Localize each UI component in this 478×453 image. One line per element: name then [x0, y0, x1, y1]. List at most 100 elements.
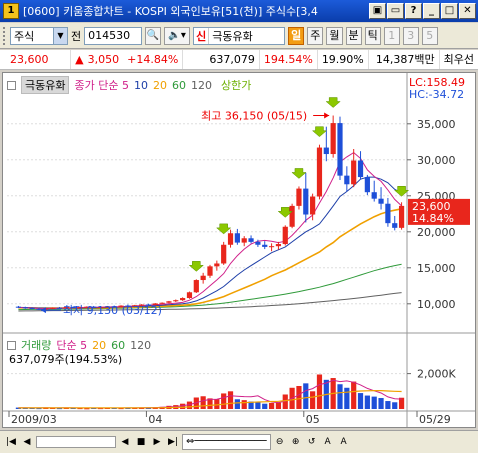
candle-body: [180, 298, 186, 301]
title-bar: 1 [0600] 키움종합차트 - KOSPI 외국인보유[51(천)] 주식수…: [0, 0, 478, 22]
chart-scrollbar[interactable]: [36, 436, 116, 448]
price-tick-label: 30,000: [417, 154, 456, 167]
candle-body: [337, 123, 343, 176]
font-decrease-icon[interactable]: A: [321, 435, 335, 449]
speaker-icon[interactable]: 🔈▾: [164, 26, 191, 45]
prev-icon[interactable]: ◀: [20, 435, 34, 449]
volume-legend-ma20: 20: [92, 338, 107, 352]
volume-bar: [296, 386, 302, 409]
turnover-rate: 19.90%: [318, 50, 369, 69]
candle-body: [36, 308, 42, 310]
grid-icon[interactable]: [7, 340, 16, 350]
period-week-button[interactable]: 주: [307, 26, 324, 45]
candle-body: [15, 306, 22, 308]
period-day-button[interactable]: 일: [288, 26, 305, 45]
upper-limit-arrow: [216, 223, 232, 235]
candle-body: [310, 196, 316, 215]
volume-bar: [234, 399, 240, 409]
credit-badge: 신: [194, 27, 210, 44]
candle-body: [392, 223, 398, 228]
restore-zoom-icon[interactable]: ↺: [305, 435, 319, 449]
hc-value: HC:-34.72: [409, 88, 465, 101]
play-back-icon[interactable]: ◀: [118, 435, 132, 449]
candle-body: [186, 292, 193, 299]
candle-body: [29, 308, 35, 310]
chevron-down-icon[interactable]: ▼: [53, 27, 67, 44]
link-icon[interactable]: ▣: [369, 3, 386, 19]
zoom-slider[interactable]: ⇔────────────: [182, 434, 271, 450]
period-tick-button[interactable]: 틱: [364, 26, 381, 45]
first-icon[interactable]: |◀: [4, 435, 18, 449]
window-controls: ▣ ▭ ? _ □ ✕: [369, 3, 476, 19]
volume-tick-label: 2,000K: [417, 368, 456, 381]
chart-area[interactable]: 35,000 30,000 25,000 20,000 15,000 10,000 2,00…: [2, 72, 476, 428]
candle-body: [330, 123, 336, 155]
candle-body: [255, 241, 261, 245]
price-tick-label: 15,000: [417, 262, 456, 275]
candle-body: [173, 300, 179, 302]
volume-bar: [268, 402, 275, 409]
maximize-button[interactable]: □: [441, 3, 458, 19]
candle-body: [357, 160, 364, 178]
candle-body: [221, 244, 227, 264]
moving-average-ma5: [18, 151, 402, 310]
font-increase-icon[interactable]: A: [337, 435, 351, 449]
volume-bar: [214, 399, 220, 409]
candle-body: [378, 198, 384, 204]
upper-limit-arrow: [188, 261, 204, 272]
candle-body: [268, 246, 275, 248]
volume-bar: [337, 384, 343, 409]
candle-body: [371, 192, 377, 199]
volume-bar: [200, 396, 206, 409]
volume-bar: [371, 396, 377, 409]
market-select[interactable]: 주식 ▼: [10, 26, 68, 45]
close-button[interactable]: ✕: [459, 3, 476, 19]
candle-body: [323, 147, 329, 155]
jeon-label: 전: [71, 29, 82, 43]
volume-value-readout: 637,079주(194.53%): [9, 353, 123, 366]
candle-body: [207, 266, 213, 276]
search-icon[interactable]: 🔍: [145, 26, 162, 45]
candle-body: [262, 244, 268, 247]
time-tick-label: 2009/03: [11, 413, 57, 426]
period-month-button[interactable]: 월: [326, 26, 343, 45]
period-minute-button[interactable]: 분: [345, 26, 362, 45]
candle-body: [22, 307, 28, 309]
volume-bar: [344, 387, 350, 409]
play-icon[interactable]: ▶: [150, 435, 164, 449]
price-chart-svg[interactable]: 35,00030,00025,00020,00015,00010,0002,00…: [3, 73, 475, 427]
interval-3-button[interactable]: 3: [402, 26, 419, 45]
volume-bar: [357, 393, 364, 409]
high-price-arrow-head: [324, 112, 330, 119]
volume-bar: [241, 400, 247, 409]
restore-icon[interactable]: ▭: [387, 3, 404, 19]
zoom-out-icon[interactable]: ⊖: [273, 435, 287, 449]
candle-body: [364, 177, 370, 193]
interval-5-button[interactable]: 5: [421, 26, 438, 45]
lc-hc-readout: LC:158.49 HC:-34.72: [409, 77, 465, 101]
legend-ma5: 종가 단순 5: [74, 79, 129, 92]
interval-1-button[interactable]: 1: [383, 26, 400, 45]
candle-body: [296, 188, 302, 206]
price-change: 3,050: [87, 52, 120, 66]
upper-limit-arrow: [311, 126, 328, 138]
high-price-label: 최고 36,150 (05/15): [201, 110, 307, 123]
up-arrow-icon: ▲: [75, 52, 84, 66]
stock-name-box[interactable]: 신 극동유화: [193, 26, 286, 45]
help-icon[interactable]: ?: [405, 3, 422, 19]
stock-code-input[interactable]: 014530: [84, 26, 143, 45]
price-tick-label: 10,000: [417, 298, 456, 311]
zoom-in-icon[interactable]: ⊕: [289, 435, 303, 449]
candle-body: [227, 233, 234, 245]
legend-ma120: 120: [190, 78, 212, 92]
toolbar-grip[interactable]: [3, 26, 7, 45]
legend-upper-limit: 상한가: [220, 79, 252, 92]
candle-body: [289, 205, 295, 227]
minimize-button[interactable]: _: [423, 3, 440, 19]
time-tick-label: 05: [306, 413, 320, 426]
candle-body: [316, 147, 323, 197]
stop-icon[interactable]: ■: [134, 435, 148, 449]
grid-icon[interactable]: [7, 80, 16, 90]
last-icon[interactable]: ▶|: [166, 435, 180, 449]
volume-bar: [364, 395, 370, 409]
